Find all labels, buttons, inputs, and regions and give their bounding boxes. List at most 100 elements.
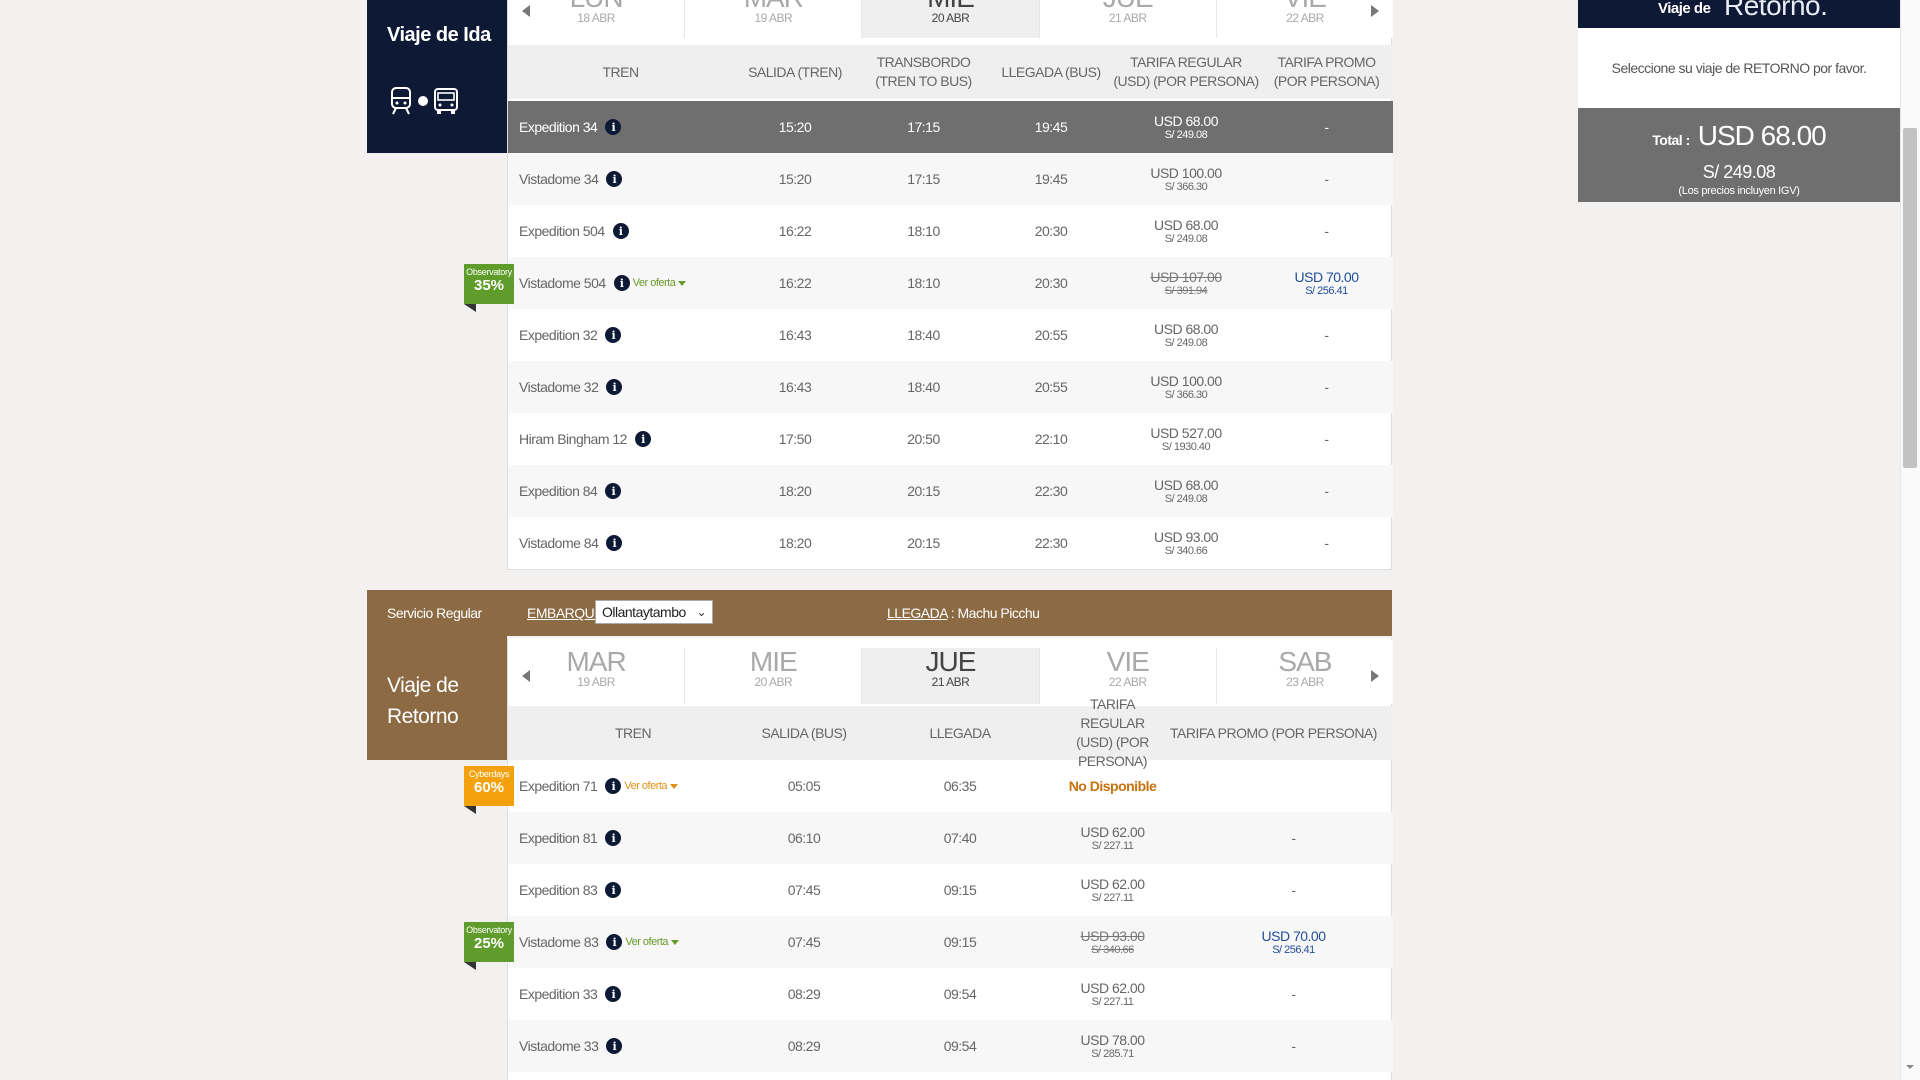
ida-date-4[interactable]: VIE 22 ABR [1217,0,1393,38]
promo-fare-cell: - [1260,327,1393,343]
badge-label: Cyberdays [468,769,510,779]
info-icon[interactable]: i [605,119,622,135]
ret-schedule-panel: MAR 19 ABR MIE 20 ABR JUE 21 ABR VIE 22 … [464,638,1393,1080]
date-num: 22 ABR [1108,675,1147,689]
next-date-arrow-icon[interactable] [1371,5,1380,17]
ret-date-0[interactable]: MAR 19 ABR [508,646,686,704]
ret-date-2-selected[interactable]: JUE 21 ABR [862,646,1040,704]
promo-empty: - [1291,1038,1296,1054]
service-type: Servicio Regular [387,605,482,621]
ida-train-row[interactable]: Expedition 34 i 15:20 17:15 19:45 USD 68.00 S/… [508,101,1393,153]
regular-fare-cell: USD 107.00 S/ 391.94 [1112,268,1260,297]
ret-train-row[interactable]: Vistadome 33 i 08:29 09:54 USD 78.00 S/ 285.7… [508,1020,1393,1072]
fare-usd: USD 62.00 [1080,823,1145,840]
ida-train-row[interactable]: Vistadome 84 i 18:20 20:15 22:30 USD 93.00 S/ … [508,517,1393,569]
date-day: JUE [925,646,977,677]
next-date-arrow-icon[interactable] [1371,670,1380,682]
fare-usd: USD 527.00 [1150,424,1222,441]
llegada-link[interactable]: LLEGADA [887,605,948,621]
ida-train-row[interactable]: Vistadome 504 i Ver oferta 16:22 18:10 20:30 U… [508,257,1393,309]
salida-cell: 07:45 [787,882,821,898]
prev-date-arrow-icon[interactable] [522,670,530,682]
embarque-link[interactable]: EMBARQUE [527,605,604,621]
info-icon[interactable]: i [605,327,622,343]
info-icon[interactable]: i [606,535,623,551]
ida-train-row[interactable]: Expedition 32 i 16:43 18:40 20:55 USD 68.00 S/… [508,309,1393,361]
ida-train-row[interactable]: Expedition 84 i 18:20 20:15 22:30 USD 68.00 S/… [508,465,1393,517]
fare-pen: S/ 227.11 [1091,995,1134,1008]
scrollbar-thumb[interactable] [1903,128,1917,468]
ret-train-row[interactable]: Expedition 71 i Ver oferta 05:05 06:35 No Dis… [508,760,1393,812]
scroll-down-arrow-icon[interactable] [1903,1060,1917,1074]
info-icon[interactable]: i [606,1038,623,1054]
train-name-cell: Vistadome 84 i [508,535,733,551]
date-num: 21 ABR [1108,11,1147,25]
col-llegada: LLEGADA [929,724,991,741]
ret-column-headers: TREN SALIDA (BUS) LLEGADA TARIFA REGULAR… [508,696,1393,769]
ida-date-2-selected[interactable]: MIE 20 ABR [862,0,1040,38]
info-icon[interactable]: i [605,778,622,794]
ret-date-1[interactable]: MIE 20 ABR [685,648,863,704]
transbordo-cell: 18:10 [907,223,940,239]
ret-date-strip: MAR 19 ABR MIE 20 ABR JUE 21 ABR VIE 22 … [508,640,1393,704]
fare-usd: USD 68.00 [1154,216,1218,233]
info-icon[interactable]: i [612,223,629,239]
train-name-cell: Expedition 84 i [508,483,733,499]
ida-date-3[interactable]: JUE 21 ABR [1040,0,1217,38]
info-icon[interactable]: i [605,986,622,1002]
promo-badge: Observatory 25% [464,922,514,970]
ret-train-row[interactable]: Expedition 81 i 06:10 07:40 USD 62.00 S/ 227.… [508,812,1393,864]
col-tren: TREN [614,724,652,741]
ida-date-strip: LUN 18 ABR MAR 19 ABR MIE 20 ABR JUE 21 … [508,0,1393,38]
info-icon[interactable]: i [613,275,630,291]
badge-label: Observatory [466,925,512,935]
promo-fare-cell: - [1260,431,1393,447]
ida-train-row[interactable]: Vistadome 34 i 15:20 17:15 19:45 USD 100.00 S/… [508,153,1393,205]
prev-date-arrow-icon[interactable] [522,5,530,17]
fare-usd: USD 107.00 [1150,268,1222,285]
regular-fare-cell: USD 100.00 S/ 366.30 [1112,165,1260,193]
summary-head-main: Retorno. [1724,0,1828,21]
promo-empty: - [1291,830,1296,846]
fare-pen: S/ 285.71 [1091,1047,1134,1060]
ret-train-row[interactable]: Vistadome 83 i Ver oferta 07:45 09:15 USD 93.… [508,916,1393,968]
info-icon[interactable]: i [606,171,623,187]
oferta-label: Ver oferta [632,277,676,289]
ret-train-row[interactable]: Expedition 33 i 08:29 09:54 USD 62.00 S/ 227.… [508,968,1393,1020]
col-transbordo: TRANSBORDO (TREN TO BUS) [875,54,972,89]
badge-percent: 35% [473,277,505,294]
regular-fare-cell: USD 62.00 S/ 227.11 [1030,876,1195,904]
regular-fare-cell: USD 527.00 S/ 1930.40 [1112,424,1260,453]
ida-date-0[interactable]: LUN 18 ABR [508,0,686,38]
ida-train-row[interactable]: Expedition 504 i 16:22 18:10 20:30 USD 68.00 S… [508,205,1393,257]
ver-oferta-link[interactable]: Ver oferta [625,936,680,948]
ver-oferta-link[interactable]: Ver oferta [633,277,687,289]
salida-cell: 07:45 [787,934,821,950]
ida-column-headers: TREN SALIDA (TREN) TRANSBORDO (TREN TO B… [508,45,1393,99]
ret-date-4[interactable]: SAB 23 ABR [1217,648,1393,704]
info-icon[interactable]: i [605,483,622,499]
promo-badge: Observatory 35% [464,264,514,312]
ida-date-1[interactable]: MAR 19 ABR [685,0,863,38]
total-usd: USD 68.00 [1697,120,1827,151]
ida-train-row[interactable]: Hiram Bingham 12 i 17:50 20:50 22:10 USD 527.… [508,413,1393,465]
ret-title-line2: Retorno [387,705,459,728]
llegada-value: Machu Picchu [957,605,1040,621]
ver-oferta-link[interactable]: Ver oferta [624,780,679,792]
salida-cell: 15:20 [778,119,812,135]
info-icon[interactable]: i [605,882,622,898]
salida-cell: 16:22 [778,223,812,239]
ida-train-row[interactable]: Vistadome 32 i 16:43 18:40 20:55 USD 100.00 S/… [508,361,1393,413]
date-day: MAR [566,646,626,677]
promo-empty: - [1324,535,1329,551]
fare-usd: USD 78.00 [1080,1031,1145,1048]
embarque-select[interactable]: Ollantaytambo ⌄ [595,600,713,624]
fare-pen: S/ 391.94 [1164,284,1208,297]
promo-pen: S/ 256.41 [1305,284,1348,297]
info-icon[interactable]: i [634,431,651,447]
info-icon[interactable]: i [606,934,623,950]
info-icon[interactable]: i [606,379,623,395]
info-icon[interactable]: i [605,830,622,846]
regular-fare-cell: USD 68.00 S/ 249.08 [1112,477,1260,505]
ret-train-row[interactable]: Expedition 83 i 07:45 09:15 USD 62.00 S/ 227.… [508,864,1393,916]
